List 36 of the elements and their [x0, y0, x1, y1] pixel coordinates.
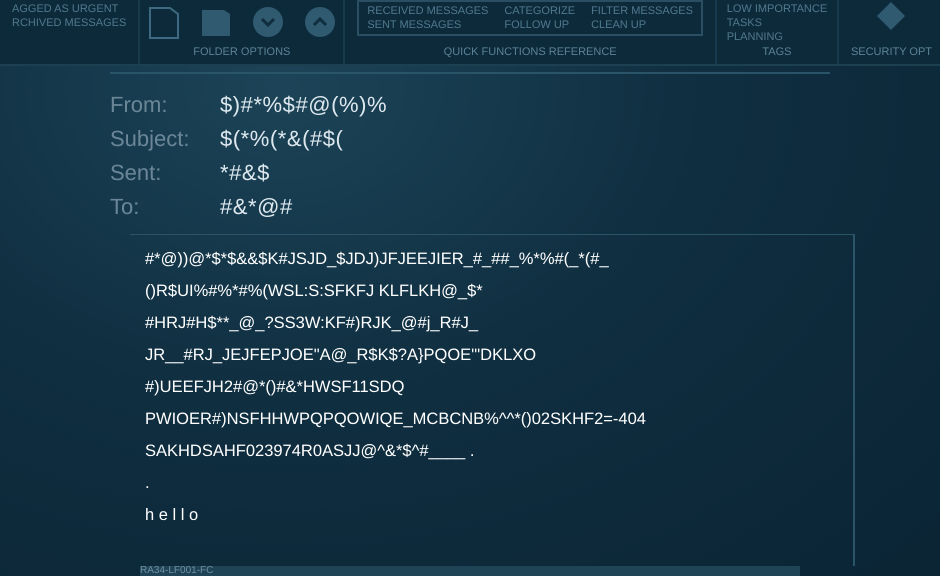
field-value: $(*%(*&(#$( — [220, 125, 344, 153]
field-label: Subject: — [110, 125, 190, 153]
ribbon-item[interactable]: TASKS — [726, 16, 828, 30]
chevron-up-icon[interactable] — [304, 6, 336, 38]
group-caption: SECURITY OPT — [850, 44, 932, 60]
function-item[interactable]: SENT MESSAGES — [367, 18, 488, 32]
message-line: #)UEEFJH2#@*()#&*HWSF11SDQ — [145, 377, 406, 398]
message-line: SAKHDSAHF023974R0ASJJ@^&*$^#____ . — [145, 441, 476, 462]
function-item[interactable]: FILTER MESSAGES — [591, 4, 693, 18]
message-line: JR__#RJ_JEJFEPJOE"A@_R$K$?A}PQOE'"DKLXO — [145, 345, 538, 366]
field-value: $)#*%$#@(%)% — [220, 91, 388, 119]
status-label: RA34-LF001-FC — [140, 566, 214, 576]
ribbon-item[interactable]: PLANNING — [726, 30, 828, 44]
ribbon-item[interactable]: RCHIVED MESSAGES — [12, 16, 126, 30]
field-value: #&*@# — [220, 193, 293, 221]
chevron-down-icon[interactable] — [252, 6, 284, 38]
message-line: #HRJ#H$**_@_?SS3W:KF#)RJK_@#j_R#J_ — [145, 313, 480, 334]
message-line: #*@))@*$*$&&$K#JSJD_$JDJ)JFJEEJIER_#_##_%*%#(_*(#_ — [145, 249, 610, 270]
message-line: h e l l o — [145, 505, 200, 526]
group-caption: FOLDER OPTIONS — [193, 44, 290, 60]
function-item[interactable]: CATEGORIZE — [504, 4, 576, 18]
field-label: To: — [110, 193, 140, 221]
field-label: Sent: — [110, 159, 162, 187]
message-line: ()R$UI%#%*#%(WSL:S:SFKFJ KLFLKH@_$* — [145, 281, 484, 302]
function-item[interactable]: CLEAN UP — [591, 18, 693, 32]
document-icon[interactable] — [148, 4, 180, 40]
group-caption: TAGS — [762, 45, 792, 60]
message-line: . — [145, 473, 151, 494]
ribbon-item[interactable]: LOW IMPORTANCE — [726, 2, 828, 16]
field-value: *#&$ — [220, 159, 270, 187]
group-caption: QUICK FUNCTIONS REFERENCE — [444, 44, 617, 60]
field-label: From: — [110, 91, 168, 119]
ribbon-item[interactable]: AGGED AS URGENT — [12, 2, 126, 16]
function-item[interactable]: FOLLOW UP — [504, 18, 576, 32]
function-item[interactable]: RECEIVED MESSAGES — [367, 4, 488, 18]
message-line: PWIOER#)NSFHHWPQPQOWIQE_MCBCNB%^^*()02SKHF2=-404 — [145, 409, 647, 430]
